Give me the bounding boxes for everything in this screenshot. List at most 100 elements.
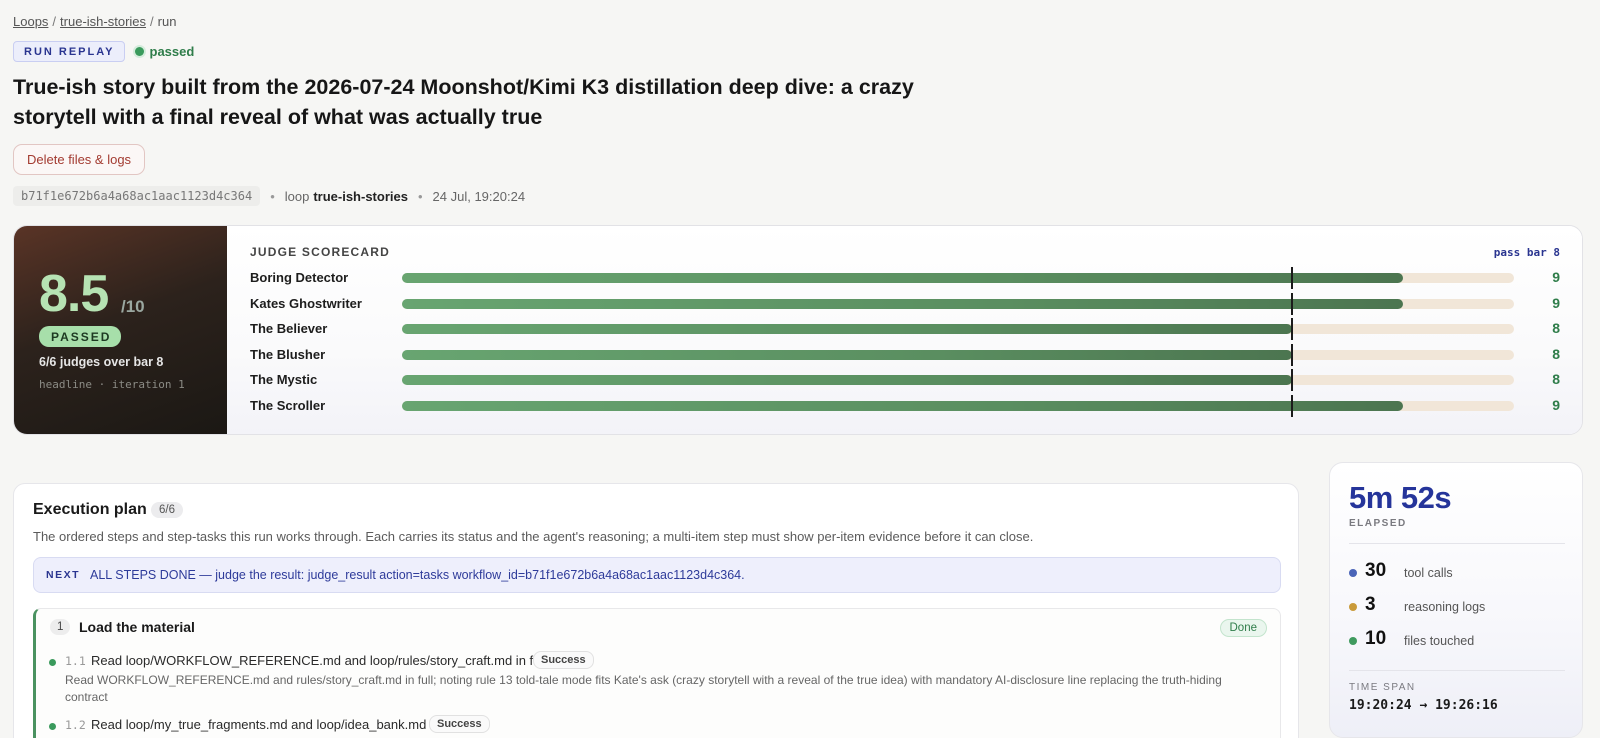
breadcrumb-link-loop[interactable]: true-ish-stories [60, 14, 146, 29]
stat-files-touched: 10 files touched [1349, 628, 1565, 654]
next-action-banner: NEXT ALL STEPS DONE — judge the result: … [33, 557, 1281, 593]
stat-reasoning-logs: 3 reasoning logs [1349, 594, 1565, 620]
task-note: Read WORKFLOW_REFERENCE.md and rules/sto… [65, 673, 1222, 704]
stat-label: reasoning logs [1404, 600, 1486, 614]
judge-row: The Mystic 8 [250, 369, 1565, 391]
task-title: Read loop/my_true_fragments.md and loop/… [91, 717, 427, 732]
judge-row: Boring Detector 9 [250, 267, 1565, 289]
stat-label: files touched [1404, 634, 1475, 648]
meta-bullet: • [417, 188, 423, 204]
judge-score-bar [402, 400, 1403, 411]
meta-loop-prefix: loop [284, 188, 310, 204]
pass-bar-marker [1290, 369, 1293, 391]
judge-score-value: 8 [1552, 371, 1560, 387]
divider [1349, 670, 1565, 671]
plan-count-badge: 6/6 [151, 502, 183, 518]
judge-score-bar [402, 324, 1292, 334]
judge-row: The Scroller 9 [250, 394, 1565, 417]
judge-score-track [402, 267, 1514, 289]
stat-dot-icon [1349, 569, 1357, 577]
plan-description: The ordered steps and step-tasks this ru… [33, 529, 1034, 544]
judge-name: The Mystic [250, 372, 318, 387]
stat-value: 3 [1365, 594, 1376, 615]
status-indicator: passed [134, 44, 195, 59]
task-title: Read loop/WORKFLOW_REFERENCE.md and loop… [91, 653, 547, 668]
stat-value: 30 [1365, 560, 1387, 581]
judge-score-track [402, 343, 1514, 366]
breadcrumb-separator: / [52, 14, 57, 29]
judge-score-track [402, 292, 1514, 315]
time-span-label: TIME SPAN [1349, 682, 1416, 693]
tag-row: RUN REPLAY passed [13, 41, 194, 62]
judge-name: Kates Ghostwriter [250, 295, 362, 311]
judge-score-track [402, 394, 1514, 417]
meta-timestamp: 24 Jul, 19:20:24 [432, 188, 526, 204]
pass-bar-marker [1290, 394, 1293, 417]
time-span-value: 19:20:24 → 19:26:16 [1349, 698, 1498, 713]
judges-summary: 6/6 judges over bar 8 [39, 355, 164, 369]
task-status-dot-icon [49, 723, 56, 730]
judge-row: The Believer 8 [250, 318, 1565, 340]
task-number: 1.2 [65, 718, 86, 732]
page-title: True-ish story built from the 2026-07-24… [13, 75, 914, 129]
iteration-note: headline · iteration 1 [39, 378, 185, 391]
scorecard-heading: JUDGE SCORECARD [250, 245, 391, 259]
judge-row: Kates Ghostwriter 9 [250, 292, 1565, 315]
judge-name: The Blusher [250, 346, 326, 362]
breadcrumb: Loops / true-ish-stories / run [13, 14, 176, 29]
workflow-hash: b71f1e672b6a4a68ac1aac1123d4c364 [13, 186, 261, 206]
pass-bar-marker [1290, 267, 1293, 289]
judge-score-track [402, 318, 1514, 340]
judge-score-bar [402, 349, 1292, 360]
judge-name: Boring Detector [250, 270, 349, 285]
status-text: passed [149, 44, 195, 59]
plan-title: Execution plan [33, 501, 147, 518]
breadcrumb-current: run [157, 14, 177, 29]
step-number: 1 [50, 619, 71, 635]
breadcrumb-link-loops[interactable]: Loops [13, 14, 48, 29]
stat-dot-icon [1349, 637, 1357, 645]
score-out-of: /10 [121, 297, 145, 316]
judge-score-value: 9 [1552, 269, 1560, 285]
judge-score-value: 8 [1552, 320, 1560, 336]
task-status-badge: Success [429, 715, 490, 733]
next-text: ALL STEPS DONE — judge the result: judge… [90, 568, 745, 582]
stat-value: 10 [1365, 628, 1387, 649]
delete-files-button[interactable]: Delete files & logs [13, 144, 146, 175]
meta-bullet: • [270, 188, 275, 204]
judge-row: The Blusher 8 [250, 343, 1565, 366]
stat-tool-calls: 30 tool calls [1349, 560, 1565, 586]
task-status-dot-icon [49, 659, 56, 666]
judge-score-value: 9 [1552, 396, 1560, 413]
stat-dot-icon [1349, 603, 1357, 611]
passed-badge: PASSED [39, 326, 122, 347]
judge-score-value: 9 [1552, 294, 1560, 311]
judge-score-value: 8 [1552, 345, 1560, 362]
run-replay-tag: RUN REPLAY [13, 41, 125, 62]
pass-bar-marker [1290, 292, 1293, 315]
execution-plan-card: Execution plan 6/6 The ordered steps and… [13, 483, 1299, 738]
overall-score: 8.5 [39, 265, 109, 323]
pass-bar-marker [1290, 318, 1293, 340]
elapsed-label: ELAPSED [1349, 518, 1407, 529]
next-label: NEXT [46, 569, 81, 581]
plan-step[interactable]: 1 Load the material Done 1.1 Read loop/W… [33, 608, 1281, 738]
score-hero: 8.5 /10 PASSED 6/6 judges over bar 8 hea… [14, 226, 227, 434]
status-dot-icon [134, 47, 144, 56]
task-status-badge: Success [533, 651, 594, 669]
step-title: Load the material [79, 619, 195, 635]
task-number: 1.1 [65, 654, 86, 668]
run-stats-card: 5m 52s ELAPSED 30 tool calls 3 reasoning… [1329, 462, 1583, 738]
judge-score-bar [402, 273, 1403, 283]
stat-label: tool calls [1404, 566, 1453, 580]
judges-panel: JUDGE SCORECARD pass bar 8 Boring Detect… [227, 226, 1582, 434]
judge-name: The Scroller [250, 397, 326, 413]
judge-score-bar [402, 375, 1292, 385]
run-meta: b71f1e672b6a4a68ac1aac1123d4c364 • loop … [13, 186, 525, 206]
judge-scorecard-card: 8.5 /10 PASSED 6/6 judges over bar 8 hea… [13, 225, 1583, 435]
divider [1349, 543, 1565, 544]
step-status-badge: Done [1219, 619, 1267, 637]
judge-name: The Believer [250, 321, 328, 336]
judge-score-bar [402, 298, 1403, 309]
meta-loop-name: true-ish-stories [313, 188, 408, 204]
